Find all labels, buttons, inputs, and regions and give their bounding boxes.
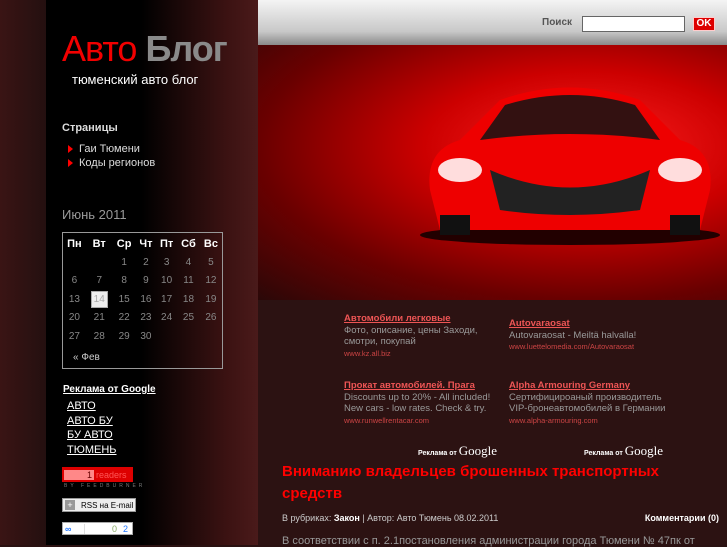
calendar-day: 10 (161, 275, 173, 287)
ad-block[interactable]: Прокат автомобилей. Прага Discounts up to… (344, 380, 494, 426)
ad-link[interactable]: ТЮМЕНЬ (67, 444, 117, 459)
site-logo[interactable]: Авто Блог (62, 28, 228, 70)
calendar-caption: Июнь 2011 (62, 207, 127, 222)
calendar-day: 14 (86, 290, 113, 309)
calendar-week: 20 21 22 23 24 25 26 (63, 309, 222, 328)
weekday-header: Вс (203, 238, 218, 250)
calendar-week: 6 7 8 9 10 11 12 (63, 272, 222, 291)
calendar-day: 22 (118, 312, 130, 324)
feedburner-caption: BY FEEDBURNER (64, 483, 146, 489)
arrow-right-icon (68, 159, 73, 167)
calendar-day: 3 (163, 256, 170, 268)
calendar-day: 25 (182, 312, 195, 324)
calendar-day: 16 (140, 293, 152, 305)
calendar-today: 14 (90, 290, 108, 308)
arrow-right-icon (68, 145, 73, 153)
calendar-day: 18 (182, 293, 195, 305)
post-meta: В рубриках: Закон | Автор: Авто Тюмень 0… (282, 513, 499, 523)
site-tagline: тюменский авто блог (72, 72, 199, 87)
search-button[interactable]: OK (693, 17, 715, 31)
post-body: В соответствии с п. 2.1постановления адм… (282, 535, 695, 547)
calendar-week: 27 28 29 30 (63, 327, 222, 346)
ad-link[interactable]: АВТО (67, 400, 117, 415)
calendar-day (86, 253, 113, 272)
ad-block[interactable]: Автомобили легковые Фото, описание, цены … (344, 313, 494, 359)
calendar-day: 23 (140, 312, 152, 324)
calendar-day: 8 (121, 275, 127, 287)
calendar: Пн Вт Ср Чт Пт Сб Вс 1 2 3 4 5 6 7 8 9 10 11 12 13 14 15 16 17 1… (62, 232, 223, 369)
ad-block[interactable]: Alpha Armouring Germany Сертифицироаный п… (509, 380, 679, 426)
weekday-header: Пт (159, 238, 174, 250)
pages-list: Гаи Тюмени Коды регионов (68, 142, 155, 170)
weekday-header: Ср (116, 238, 132, 250)
calendar-day: 19 (205, 293, 217, 305)
calendar-day: 26 (205, 312, 217, 324)
google-ads-heading[interactable]: Реклама от Google (63, 384, 156, 395)
weekday-header: Чт (139, 238, 153, 250)
calendar-day: 6 (71, 275, 78, 287)
pages-heading: Страницы (62, 122, 118, 134)
calendar-day (200, 327, 222, 346)
ad-block[interactable]: Autovaraosat Autovaraosat - Meiltä halval… (509, 318, 679, 353)
calendar-day: 17 (161, 293, 173, 305)
category-link[interactable]: Закон (334, 513, 360, 523)
calendar-day: 27 (68, 330, 80, 342)
weekday-header: Пн (67, 238, 82, 250)
calendar-day: 12 (205, 275, 217, 287)
calendar-day: 13 (68, 293, 80, 305)
calendar-prev-link[interactable]: « Фев (73, 352, 100, 363)
plus-icon: + (65, 500, 75, 510)
calendar-day (63, 253, 86, 272)
feedburner-badge[interactable]: 1 readers (62, 467, 133, 482)
calendar-day: 20 (68, 312, 80, 324)
search-input[interactable] (582, 16, 685, 32)
calendar-day: 15 (118, 293, 130, 305)
comments-link[interactable]: Комментарии (0) (645, 513, 719, 523)
calendar-day: 9 (143, 275, 149, 287)
ads-by-google[interactable]: Реклама от Google (418, 443, 497, 459)
car-image (420, 87, 720, 245)
calendar-day (177, 327, 200, 346)
google-ad-links: АВТО АВТО БУ БУ АВТО ТЮМЕНЬ (67, 400, 117, 458)
ads-by-google[interactable]: Реклама от Google (584, 443, 663, 459)
page-link[interactable]: Гаи Тюмени (68, 142, 155, 156)
weekday-header: Сб (181, 238, 196, 250)
calendar-day: 5 (208, 256, 214, 268)
ad-link[interactable]: БУ АВТО (67, 429, 117, 444)
post-title[interactable]: Вниманию владельцев брошенных транспортн… (282, 461, 702, 505)
calendar-day: 30 (140, 330, 152, 342)
calendar-day: 11 (183, 275, 194, 287)
calendar-day: 1 (121, 256, 127, 268)
calendar-week: 13 14 15 16 17 18 19 (63, 290, 222, 309)
rss-email-button[interactable]: + RSS на E-mail (62, 498, 136, 512)
calendar-day: 24 (161, 312, 173, 324)
calendar-day: 29 (118, 330, 130, 342)
calendar-day: 21 (93, 312, 105, 324)
calendar-day: 2 (143, 256, 149, 268)
calendar-day (156, 327, 177, 346)
search-label: Поиск (542, 17, 573, 28)
ad-link[interactable]: АВТО БУ (67, 415, 117, 430)
weekday-header: Вт (92, 238, 106, 250)
calendar-day: 7 (96, 275, 102, 287)
calendar-day: 28 (93, 330, 105, 342)
counter-badge[interactable]: ∞ 0 2 (62, 522, 133, 535)
calendar-day: 4 (185, 256, 192, 268)
page-background (0, 0, 46, 545)
infinity-icon: ∞ (63, 523, 85, 534)
page-link[interactable]: Коды регионов (68, 156, 155, 170)
calendar-week: 1 2 3 4 5 (63, 253, 222, 272)
